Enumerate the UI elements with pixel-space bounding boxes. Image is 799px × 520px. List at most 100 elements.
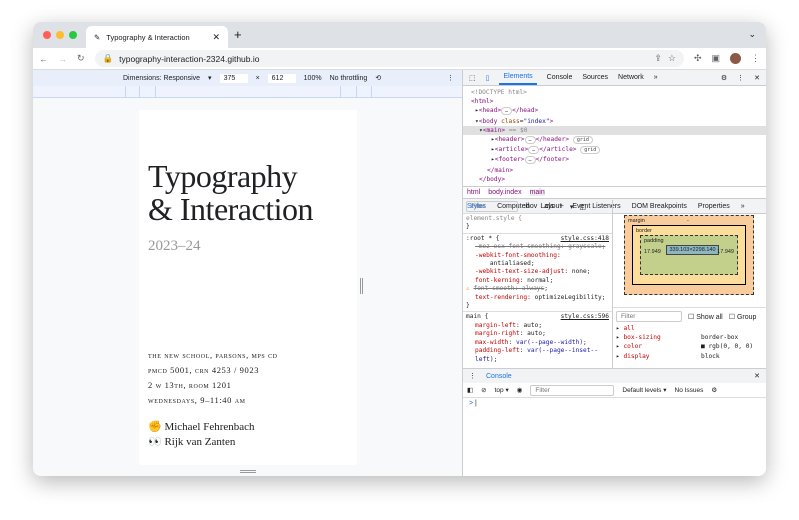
device-toggle-icon[interactable]: ▯ (486, 74, 490, 82)
dom-node[interactable]: </body> (471, 175, 766, 184)
source-link[interactable]: style.css:596 (561, 313, 609, 321)
content-box[interactable]: 339.103×2298.140 (666, 245, 719, 255)
url-text: typography-interaction-2324.github.io (119, 53, 260, 64)
computed-property[interactable]: ▸ box-sizing border-box (616, 333, 763, 342)
dom-node[interactable]: ▸<head>… </head> (471, 106, 766, 116)
declaration[interactable]: margin-right: auto; (466, 330, 609, 338)
resize-handle-bottom[interactable] (240, 470, 256, 473)
breadcrumb-item[interactable]: body.index (488, 189, 521, 196)
toggle-sidebar-icon[interactable]: ◫ (579, 203, 586, 211)
drawer-menu-icon[interactable]: ⋮ (469, 372, 476, 380)
source-link[interactable]: style.css:418 (561, 235, 609, 243)
declaration[interactable]: -webkit-text-size-adjust: none; (466, 268, 609, 276)
back-icon[interactable]: ← (39, 54, 48, 64)
dom-node[interactable]: </main> (471, 166, 766, 175)
forward-icon[interactable]: → (58, 54, 67, 64)
media-query-ruler[interactable] (33, 86, 462, 98)
close-tab-icon[interactable]: ✕ (212, 32, 220, 43)
tab-sources[interactable]: Sources (582, 74, 608, 81)
sidebar-icon[interactable]: ▣ (711, 53, 720, 64)
computed-filter-input[interactable]: Filter (616, 311, 682, 322)
height-input[interactable]: 612 (267, 73, 296, 83)
browser-tab[interactable]: ✎ Typography & Interaction ✕ (86, 26, 228, 48)
menu-icon[interactable]: ⋮ (751, 53, 760, 64)
padding-left-value[interactable]: 17.949 (644, 249, 661, 255)
clear-console-icon[interactable]: ⊘ (481, 386, 486, 394)
breadcrumb-item[interactable]: main (529, 189, 545, 197)
throttling-dropdown[interactable]: No throttling (330, 75, 368, 82)
paint-icon[interactable]: ▾ (570, 203, 574, 211)
dom-node[interactable]: ▸<footer>… </footer> (471, 155, 766, 165)
new-tab-button[interactable]: + (234, 27, 242, 42)
computed-property[interactable]: ▸ display block (616, 352, 763, 361)
extensions-icon[interactable]: ✣ (694, 53, 702, 64)
border-box[interactable]: border padding 17.949 339.103×2298.140 1… (632, 225, 746, 285)
web-page: Typography & Interaction 2023–24 The New … (139, 110, 357, 465)
inspect-icon[interactable]: ⬚ (469, 74, 476, 82)
settings-icon[interactable]: ⚙ (721, 74, 727, 82)
issues-button[interactable]: No Issues (675, 387, 704, 394)
dom-node[interactable]: ▸<article>… </article> grid (471, 145, 766, 155)
log-levels-dropdown[interactable]: Default levels ▾ (622, 386, 666, 394)
cls-button[interactable]: .cls (543, 203, 554, 210)
dom-node[interactable]: <html> (471, 97, 766, 106)
favicon-icon: ✎ (94, 32, 101, 42)
padding-box[interactable]: padding 17.949 339.103×2298.140 17.949 (640, 235, 738, 275)
maximize-window-button[interactable] (69, 31, 77, 39)
breadcrumb-item[interactable]: html (467, 189, 480, 196)
console-drawer: ⋮ Console ✕ ◧ ⊘ top ▾ ◉ Filter Default leve… (463, 368, 766, 476)
live-expression-icon[interactable]: ◉ (517, 386, 523, 394)
devtools-menu-icon[interactable]: ⋮ (737, 74, 744, 82)
margin-box[interactable]: margin - border padding 17.949 339.103×2… (624, 215, 754, 295)
padding-right-value[interactable]: 17.949 (717, 249, 734, 255)
profile-avatar[interactable] (730, 53, 741, 64)
brace: } (466, 223, 470, 231)
resize-handle-right[interactable] (360, 278, 363, 294)
close-window-button[interactable] (43, 31, 51, 39)
dom-node[interactable]: ▸<header>… </header> grid (471, 135, 766, 145)
new-rule-icon[interactable]: + (560, 203, 564, 210)
width-input[interactable]: 375 (219, 73, 248, 83)
tab-network[interactable]: Network (618, 74, 644, 81)
dom-node[interactable]: ▾<body class="index"> (471, 117, 766, 126)
declaration[interactable]: padding-left: var(--page--inset--left); (466, 347, 609, 364)
bookmark-star-icon[interactable]: ☆ (668, 53, 676, 64)
tab-search-icon[interactable]: ⌄ (748, 29, 756, 40)
dom-node-selected[interactable]: ▾<main> == $0 (463, 125, 766, 136)
more-options-icon[interactable]: ⋮ (447, 74, 454, 82)
zoom-dropdown[interactable]: 100% (304, 75, 322, 82)
computed-property[interactable]: ▸ all (616, 324, 763, 333)
declaration[interactable]: ⚠ font-smooth: always; (466, 285, 609, 293)
sidebar-toggle-icon[interactable]: ◧ (467, 386, 473, 394)
tab-console[interactable]: Console (547, 74, 573, 81)
declaration[interactable]: -webkit-font-smoothing: antialiased; (466, 252, 609, 269)
declaration[interactable]: -moz-osx-font-smoothing: grayscale; (466, 243, 609, 251)
declaration[interactable]: font-kerning: normal; (466, 277, 609, 285)
console-drawer-tab[interactable]: Console (486, 373, 512, 380)
dimensions-dropdown[interactable]: Dimensions: Responsive (123, 75, 200, 82)
close-devtools-icon[interactable]: ✕ (754, 74, 760, 82)
minimize-window-button[interactable] (56, 31, 64, 39)
share-icon[interactable]: ⇪ (654, 53, 662, 64)
declaration[interactable]: margin-left: auto; (466, 322, 609, 330)
padding-label: padding (644, 238, 664, 244)
declaration[interactable]: text-rendering: optimizeLegibility; (466, 294, 609, 302)
computed-property[interactable]: ▸ color ■ rgb(0, 0, 0) (616, 342, 763, 351)
rotate-icon[interactable]: ⟲ (375, 74, 381, 82)
reload-icon[interactable]: ↻ (77, 53, 85, 64)
more-tabs-icon[interactable]: » (654, 74, 658, 81)
url-input[interactable]: 🔒 typography-interaction-2324.github.io ⇪… (94, 50, 684, 67)
dom-node[interactable]: <!DOCTYPE html> (471, 88, 766, 97)
tab-elements[interactable]: Elements (499, 70, 537, 85)
close-drawer-icon[interactable]: ✕ (754, 372, 760, 380)
hov-button[interactable]: :hov (524, 203, 537, 210)
info-line: PMCD 5001, CRN 4253 / 9023 (148, 365, 260, 375)
declaration[interactable]: max-width: var(--page--width); (466, 339, 609, 347)
show-all-checkbox[interactable]: ☐ Show all (688, 313, 723, 321)
console-filter-input[interactable]: Filter (530, 384, 615, 396)
console-settings-icon[interactable]: ⚙ (711, 386, 717, 394)
context-dropdown[interactable]: top ▾ (495, 386, 509, 394)
console-input[interactable]: > | (463, 398, 766, 409)
styles-filter-input[interactable]: Filter (466, 201, 518, 212)
group-checkbox[interactable]: ☐ Group (729, 313, 757, 321)
